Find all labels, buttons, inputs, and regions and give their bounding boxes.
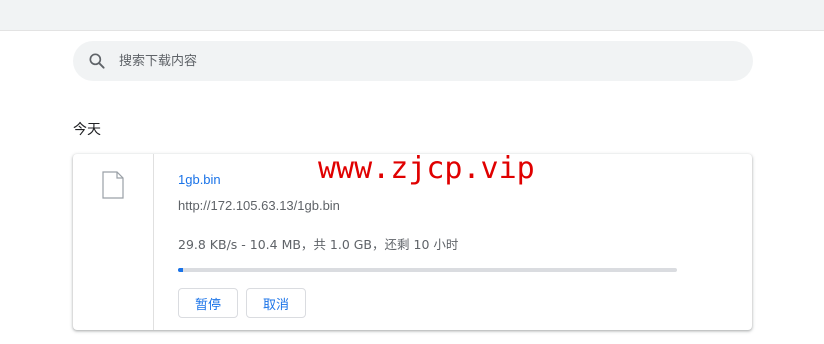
download-progress-fill [178,268,183,272]
top-toolbar [0,0,824,31]
pause-button[interactable]: 暂停 [178,288,238,318]
download-progress-bar [178,268,677,272]
search-bar[interactable] [73,41,753,81]
file-name-link[interactable]: 1gb.bin [178,172,221,187]
search-input[interactable] [119,41,719,81]
cancel-button[interactable]: 取消 [246,288,306,318]
file-source-url: http://172.105.63.13/1gb.bin [178,198,340,213]
download-status-text: 29.8 KB/s - 10.4 MB，共 1.0 GB，还剩 10 小时 [178,237,459,252]
search-icon [89,53,105,69]
file-icon [102,171,124,199]
date-section-title: 今天 [73,122,101,138]
watermark-text: www.zjcp.vip [318,151,535,186]
file-icon-column [73,154,154,330]
